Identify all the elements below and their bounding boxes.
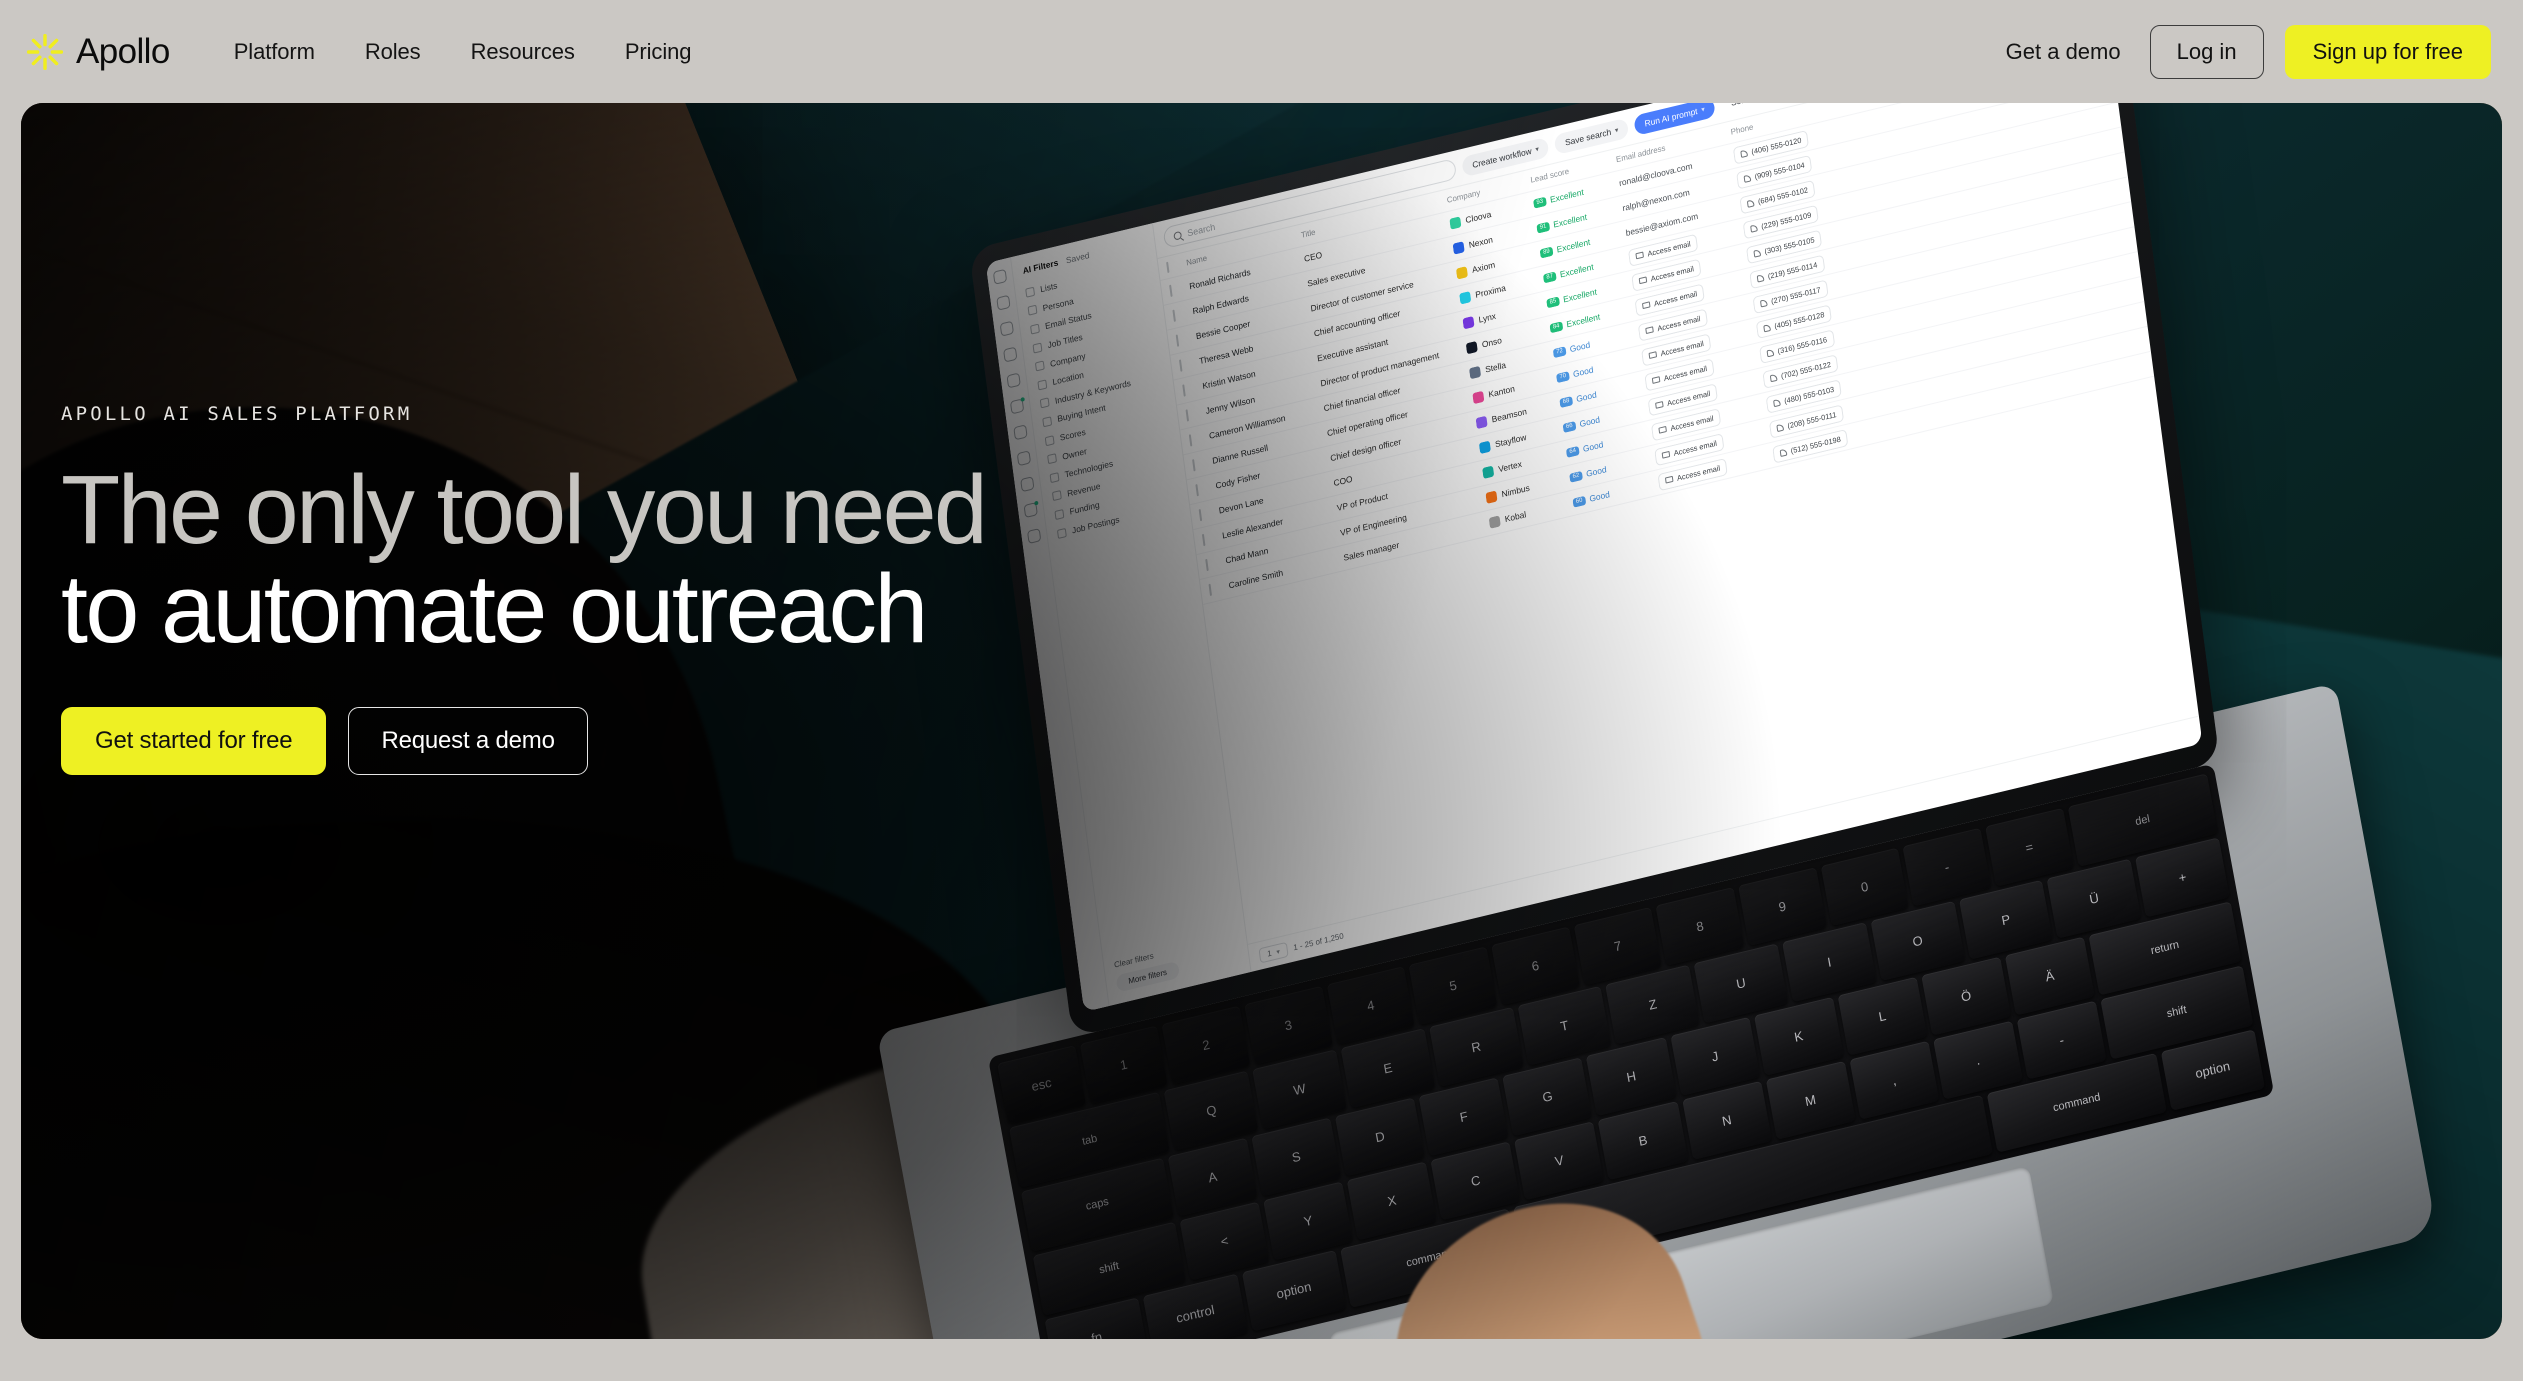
apollo-starburst-icon [26,33,64,71]
hero-copy: APOLLO AI SALES PLATFORM The only tool y… [61,403,988,775]
top-navigation-bar: Apollo Platform Roles Resources Pricing … [0,0,2523,103]
nav-link-resources[interactable]: Resources [471,39,575,65]
hero-section: esc123 4567 890- =del tabQWE RTZU IOPÜ +… [21,103,2502,1339]
nav-link-platform[interactable]: Platform [234,39,315,65]
sign-up-button[interactable]: Sign up for free [2284,24,2491,79]
nav-link-pricing[interactable]: Pricing [625,39,692,65]
get-a-demo-link[interactable]: Get a demo [2006,39,2121,65]
headline-line-1: The only tool you need [61,455,988,564]
nav-actions: Get a demo Log in Sign up for free [2006,24,2491,79]
brand-name: Apollo [76,31,170,71]
page-title: The only tool you need to automate outre… [61,455,988,663]
hero-cta-row: Get started for free Request a demo [61,706,985,775]
get-started-button[interactable]: Get started for free [61,706,327,775]
brand-logo[interactable]: Apollo [26,32,170,72]
headline-line-2: to automate outreach [61,553,928,663]
log-in-button[interactable]: Log in [2149,24,2264,79]
primary-nav-links: Platform Roles Resources Pricing [234,39,692,65]
hero-eyebrow: APOLLO AI SALES PLATFORM [61,403,413,425]
nav-link-roles[interactable]: Roles [365,39,421,65]
request-demo-button[interactable]: Request a demo [348,706,588,775]
